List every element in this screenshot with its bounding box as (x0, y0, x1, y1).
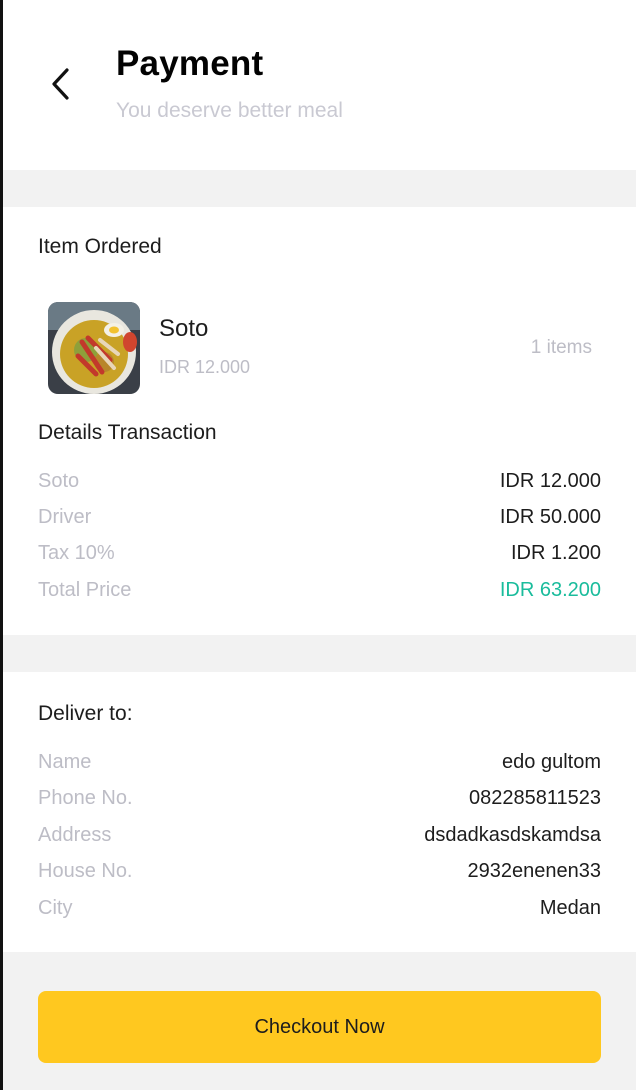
food-quantity: 1 items (530, 337, 592, 358)
delivery-row-name: Name edo gultom (38, 747, 601, 777)
delivery-value: dsdadkasdskamdsa (424, 823, 601, 846)
delivery-row-house: House No. 2932enenen33 (38, 856, 601, 886)
header: Payment You deserve better meal (3, 0, 636, 170)
transaction-value: IDR 12.000 (499, 469, 601, 492)
order-card: Item Ordered Soto IDR 12.000 1 items Det… (3, 207, 636, 635)
checkout-button[interactable]: Checkout Now (38, 991, 601, 1063)
transaction-row-total: Total Price IDR 63.200 (38, 575, 601, 605)
delivery-row-city: City Medan (38, 893, 601, 923)
delivery-value: 082285811523 (469, 786, 601, 809)
back-button[interactable] (39, 60, 83, 108)
delivery-label: Address (38, 823, 112, 846)
total-price-value: IDR 63.200 (499, 578, 601, 601)
transaction-row-driver: Driver IDR 50.000 (38, 502, 601, 532)
transaction-label: Tax 10% (38, 541, 115, 564)
delivery-label: Phone No. (38, 786, 133, 809)
page-subtitle: You deserve better meal (116, 99, 343, 122)
food-price: IDR 12.000 (159, 357, 251, 377)
delivery-label: City (38, 896, 73, 919)
delivery-card: Deliver to: Name edo gultom Phone No. 08… (3, 672, 636, 952)
delivery-value: 2932enenen33 (467, 859, 601, 882)
transaction-value: IDR 50.000 (499, 505, 601, 528)
details-transaction-label: Details Transaction (38, 421, 217, 444)
transaction-row-food: Soto IDR 12.000 (38, 466, 601, 496)
transaction-label: Soto (38, 469, 80, 492)
delivery-row-phone: Phone No. 082285811523 (38, 783, 601, 813)
chevron-left-icon (52, 68, 69, 100)
soto-food-image (48, 302, 140, 394)
delivery-label: House No. (38, 859, 133, 882)
transaction-label: Total Price (38, 578, 132, 601)
item-ordered-label: Item Ordered (38, 235, 162, 258)
food-name: Soto (159, 315, 209, 342)
transaction-label: Driver (38, 505, 92, 528)
delivery-row-address: Address dsdadkasdskamdsa (38, 820, 601, 850)
deliver-to-label: Deliver to: (38, 702, 133, 725)
page-title: Payment (116, 44, 264, 83)
delivery-value: Medan (539, 896, 601, 919)
delivery-label: Name (38, 750, 92, 773)
food-image (48, 302, 140, 394)
delivery-value: edo gultom (502, 750, 601, 773)
transaction-value: IDR 1.200 (510, 541, 601, 564)
transaction-row-tax: Tax 10% IDR 1.200 (38, 538, 601, 568)
